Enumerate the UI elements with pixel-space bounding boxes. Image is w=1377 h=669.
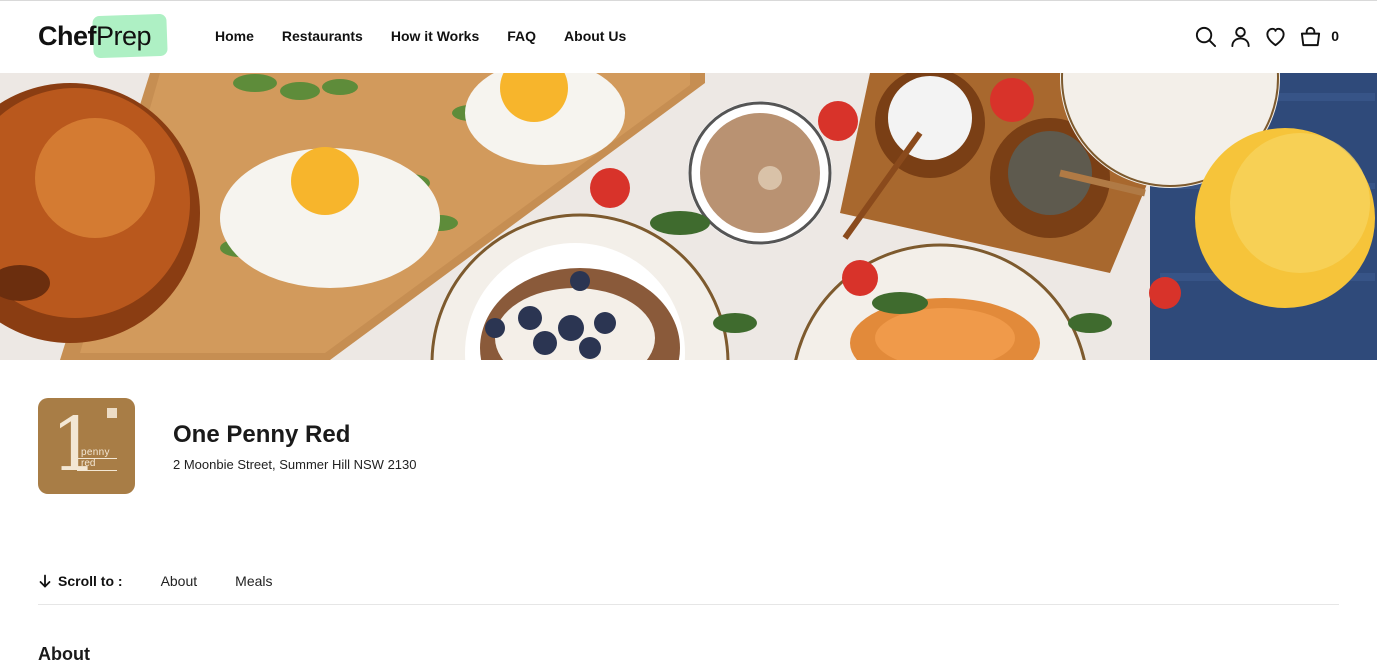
scroll-to-bar: Scroll to : About Meals — [38, 571, 311, 591]
scroll-to-label: Scroll to : — [58, 573, 123, 589]
logo-prep: Prep — [96, 21, 152, 51]
restaurant-logo-line2: red — [81, 458, 96, 469]
nav-faq[interactable]: FAQ — [507, 25, 536, 47]
restaurant-logo-square — [107, 408, 117, 418]
header-icons: 0 — [1183, 23, 1339, 49]
breakfast-table-image — [0, 73, 1377, 360]
nav-home[interactable]: Home — [215, 25, 254, 47]
nav-how-it-works[interactable]: How it Works — [391, 25, 479, 47]
heart-icon[interactable] — [1262, 23, 1288, 49]
hero-banner — [0, 73, 1377, 360]
logo-chef: Chef — [38, 21, 97, 51]
about-heading: About — [38, 644, 90, 664]
chefprep-logo[interactable]: ChefPrep — [38, 13, 168, 59]
search-icon[interactable] — [1192, 23, 1218, 49]
main-nav: Home Restaurants How it Works FAQ About … — [215, 25, 654, 47]
cart-count[interactable]: 0 — [1331, 23, 1339, 49]
restaurant-logo-line1: penny — [81, 447, 110, 458]
restaurant-logo: 1 penny red — [38, 398, 135, 494]
arrow-down-icon — [38, 574, 52, 588]
site-header: ChefPrep Home Restaurants How it Works F… — [0, 1, 1377, 73]
nav-restaurants[interactable]: Restaurants — [282, 25, 363, 47]
scroll-link-meals[interactable]: Meals — [235, 573, 272, 589]
restaurant-address: 2 Moonbie Street, Summer Hill NSW 2130 — [173, 457, 417, 472]
restaurant-logo-number: 1 — [51, 402, 99, 488]
restaurant-logo-rule — [77, 470, 117, 471]
user-icon[interactable] — [1227, 23, 1253, 49]
nav-about-us[interactable]: About Us — [564, 25, 626, 47]
restaurant-name: One Penny Red — [173, 421, 351, 448]
cart-icon[interactable] — [1297, 23, 1323, 49]
scroll-link-about[interactable]: About — [161, 573, 198, 589]
section-divider — [38, 604, 1339, 605]
logo-text: ChefPrep — [38, 20, 152, 52]
